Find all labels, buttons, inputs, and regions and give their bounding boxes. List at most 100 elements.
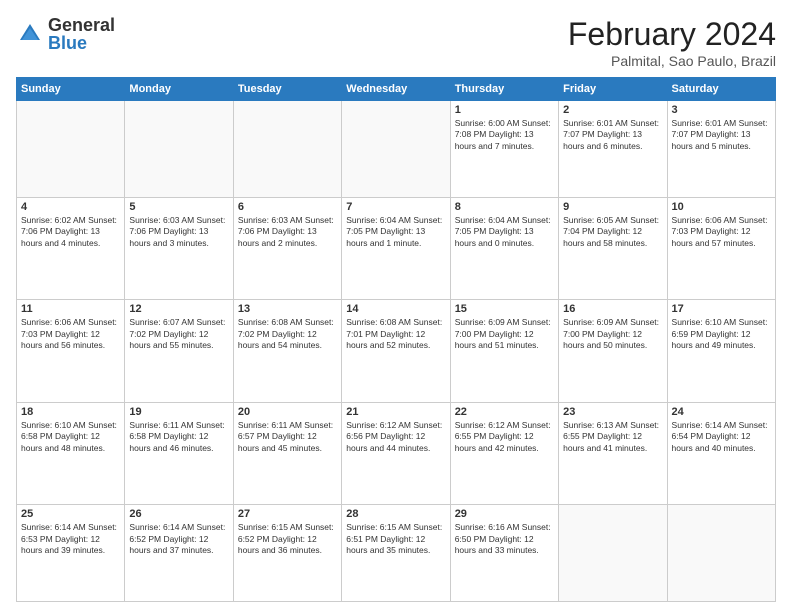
table-row: 23 Sunrise: 6:13 AM Sunset: 6:55 PM Dayli… bbox=[559, 402, 667, 505]
day-number: 2 bbox=[563, 104, 662, 116]
day-number: 29 bbox=[455, 508, 554, 520]
day-number: 3 bbox=[672, 104, 771, 116]
table-row: 9 Sunrise: 6:05 AM Sunset: 7:04 PM Daylig… bbox=[559, 197, 667, 300]
day-info: Sunrise: 6:06 AM Sunset: 7:03 PM Dayligh… bbox=[21, 317, 120, 351]
day-info: Sunrise: 6:04 AM Sunset: 7:05 PM Dayligh… bbox=[455, 215, 554, 249]
day-info: Sunrise: 6:07 AM Sunset: 7:02 PM Dayligh… bbox=[129, 317, 228, 351]
page: General Blue February 2024 Palmital, Sao… bbox=[0, 0, 792, 612]
day-number: 14 bbox=[346, 303, 445, 315]
day-info: Sunrise: 6:05 AM Sunset: 7:04 PM Dayligh… bbox=[563, 215, 662, 249]
day-info: Sunrise: 6:01 AM Sunset: 7:07 PM Dayligh… bbox=[563, 118, 662, 152]
table-row: 5 Sunrise: 6:03 AM Sunset: 7:06 PM Daylig… bbox=[125, 197, 233, 300]
day-number: 21 bbox=[346, 406, 445, 418]
table-row: 22 Sunrise: 6:12 AM Sunset: 6:55 PM Dayli… bbox=[450, 402, 558, 505]
table-row bbox=[125, 101, 233, 198]
table-row: 14 Sunrise: 6:08 AM Sunset: 7:01 PM Dayli… bbox=[342, 300, 450, 403]
day-number: 20 bbox=[238, 406, 337, 418]
day-info: Sunrise: 6:04 AM Sunset: 7:05 PM Dayligh… bbox=[346, 215, 445, 249]
logo: General Blue bbox=[16, 16, 115, 52]
logo-general: General bbox=[48, 15, 115, 35]
table-row: 16 Sunrise: 6:09 AM Sunset: 7:00 PM Dayli… bbox=[559, 300, 667, 403]
day-info: Sunrise: 6:03 AM Sunset: 7:06 PM Dayligh… bbox=[238, 215, 337, 249]
title-block: February 2024 Palmital, Sao Paulo, Brazi… bbox=[568, 16, 776, 69]
calendar-header-row: Sunday Monday Tuesday Wednesday Thursday… bbox=[17, 78, 776, 101]
day-number: 27 bbox=[238, 508, 337, 520]
calendar-week-0: 1 Sunrise: 6:00 AM Sunset: 7:08 PM Daylig… bbox=[17, 101, 776, 198]
calendar-week-4: 25 Sunrise: 6:14 AM Sunset: 6:53 PM Dayli… bbox=[17, 505, 776, 602]
day-info: Sunrise: 6:11 AM Sunset: 6:57 PM Dayligh… bbox=[238, 420, 337, 454]
table-row: 27Sunrise: 6:15 AM Sunset: 6:52 PM Dayli… bbox=[233, 505, 341, 602]
day-info: Sunrise: 6:08 AM Sunset: 7:01 PM Dayligh… bbox=[346, 317, 445, 351]
day-info: Sunrise: 6:00 AM Sunset: 7:08 PM Dayligh… bbox=[455, 118, 554, 152]
calendar-week-1: 4 Sunrise: 6:02 AM Sunset: 7:06 PM Daylig… bbox=[17, 197, 776, 300]
calendar-table: Sunday Monday Tuesday Wednesday Thursday… bbox=[16, 77, 776, 602]
month-year: February 2024 bbox=[568, 16, 776, 53]
day-info: Sunrise: 6:11 AM Sunset: 6:58 PM Dayligh… bbox=[129, 420, 228, 454]
calendar-week-2: 11 Sunrise: 6:06 AM Sunset: 7:03 PM Dayli… bbox=[17, 300, 776, 403]
day-info: Sunrise: 6:01 AM Sunset: 7:07 PM Dayligh… bbox=[672, 118, 771, 152]
table-row: 17Sunrise: 6:10 AM Sunset: 6:59 PM Dayli… bbox=[667, 300, 775, 403]
table-row: 4 Sunrise: 6:02 AM Sunset: 7:06 PM Daylig… bbox=[17, 197, 125, 300]
day-number: 23 bbox=[563, 406, 662, 418]
day-info: Sunrise: 6:14 AM Sunset: 6:53 PM Dayligh… bbox=[21, 522, 120, 556]
table-row: 15 Sunrise: 6:09 AM Sunset: 7:00 PM Dayli… bbox=[450, 300, 558, 403]
day-info: Sunrise: 6:12 AM Sunset: 6:55 PM Dayligh… bbox=[455, 420, 554, 454]
day-number: 6 bbox=[238, 201, 337, 213]
day-info: Sunrise: 6:02 AM Sunset: 7:06 PM Dayligh… bbox=[21, 215, 120, 249]
day-info: Sunrise: 6:08 AM Sunset: 7:02 PM Dayligh… bbox=[238, 317, 337, 351]
day-number: 11 bbox=[21, 303, 120, 315]
day-info: Sunrise: 6:03 AM Sunset: 7:06 PM Dayligh… bbox=[129, 215, 228, 249]
day-info: Sunrise: 6:13 AM Sunset: 6:55 PM Dayligh… bbox=[563, 420, 662, 454]
col-wednesday: Wednesday bbox=[342, 78, 450, 101]
col-thursday: Thursday bbox=[450, 78, 558, 101]
table-row: 3 Sunrise: 6:01 AM Sunset: 7:07 PM Daylig… bbox=[667, 101, 775, 198]
table-row bbox=[667, 505, 775, 602]
day-number: 24 bbox=[672, 406, 771, 418]
table-row: 28 Sunrise: 6:15 AM Sunset: 6:51 PM Dayli… bbox=[342, 505, 450, 602]
day-number: 10 bbox=[672, 201, 771, 213]
day-number: 28 bbox=[346, 508, 445, 520]
calendar-week-3: 18Sunrise: 6:10 AM Sunset: 6:58 PM Dayli… bbox=[17, 402, 776, 505]
day-number: 9 bbox=[563, 201, 662, 213]
day-number: 13 bbox=[238, 303, 337, 315]
day-number: 12 bbox=[129, 303, 228, 315]
table-row: 1 Sunrise: 6:00 AM Sunset: 7:08 PM Daylig… bbox=[450, 101, 558, 198]
table-row: 8 Sunrise: 6:04 AM Sunset: 7:05 PM Daylig… bbox=[450, 197, 558, 300]
day-number: 16 bbox=[563, 303, 662, 315]
day-number: 19 bbox=[129, 406, 228, 418]
day-info: Sunrise: 6:15 AM Sunset: 6:51 PM Dayligh… bbox=[346, 522, 445, 556]
day-info: Sunrise: 6:09 AM Sunset: 7:00 PM Dayligh… bbox=[455, 317, 554, 351]
table-row: 19 Sunrise: 6:11 AM Sunset: 6:58 PM Dayli… bbox=[125, 402, 233, 505]
day-number: 22 bbox=[455, 406, 554, 418]
day-info: Sunrise: 6:10 AM Sunset: 6:59 PM Dayligh… bbox=[672, 317, 771, 351]
day-number: 4 bbox=[21, 201, 120, 213]
day-number: 25 bbox=[21, 508, 120, 520]
table-row: 20 Sunrise: 6:11 AM Sunset: 6:57 PM Dayli… bbox=[233, 402, 341, 505]
table-row: 10Sunrise: 6:06 AM Sunset: 7:03 PM Dayli… bbox=[667, 197, 775, 300]
table-row: 25 Sunrise: 6:14 AM Sunset: 6:53 PM Dayli… bbox=[17, 505, 125, 602]
col-monday: Monday bbox=[125, 78, 233, 101]
table-row: 18Sunrise: 6:10 AM Sunset: 6:58 PM Dayli… bbox=[17, 402, 125, 505]
table-row: 12 Sunrise: 6:07 AM Sunset: 7:02 PM Dayli… bbox=[125, 300, 233, 403]
day-number: 5 bbox=[129, 201, 228, 213]
table-row: 11 Sunrise: 6:06 AM Sunset: 7:03 PM Dayli… bbox=[17, 300, 125, 403]
table-row: 2 Sunrise: 6:01 AM Sunset: 7:07 PM Daylig… bbox=[559, 101, 667, 198]
table-row: 24 Sunrise: 6:14 AM Sunset: 6:54 PM Dayli… bbox=[667, 402, 775, 505]
day-number: 8 bbox=[455, 201, 554, 213]
day-number: 15 bbox=[455, 303, 554, 315]
table-row bbox=[342, 101, 450, 198]
table-row bbox=[559, 505, 667, 602]
location: Palmital, Sao Paulo, Brazil bbox=[568, 53, 776, 69]
table-row: 7Sunrise: 6:04 AM Sunset: 7:05 PM Daylig… bbox=[342, 197, 450, 300]
table-row: 13 Sunrise: 6:08 AM Sunset: 7:02 PM Dayli… bbox=[233, 300, 341, 403]
day-number: 26 bbox=[129, 508, 228, 520]
day-number: 1 bbox=[455, 104, 554, 116]
logo-text: General Blue bbox=[48, 16, 115, 52]
table-row: 21Sunrise: 6:12 AM Sunset: 6:56 PM Dayli… bbox=[342, 402, 450, 505]
day-info: Sunrise: 6:09 AM Sunset: 7:00 PM Dayligh… bbox=[563, 317, 662, 351]
table-row: 29Sunrise: 6:16 AM Sunset: 6:50 PM Dayli… bbox=[450, 505, 558, 602]
day-info: Sunrise: 6:14 AM Sunset: 6:54 PM Dayligh… bbox=[672, 420, 771, 454]
table-row: 26Sunrise: 6:14 AM Sunset: 6:52 PM Dayli… bbox=[125, 505, 233, 602]
header: General Blue February 2024 Palmital, Sao… bbox=[16, 16, 776, 69]
logo-icon bbox=[16, 20, 44, 48]
